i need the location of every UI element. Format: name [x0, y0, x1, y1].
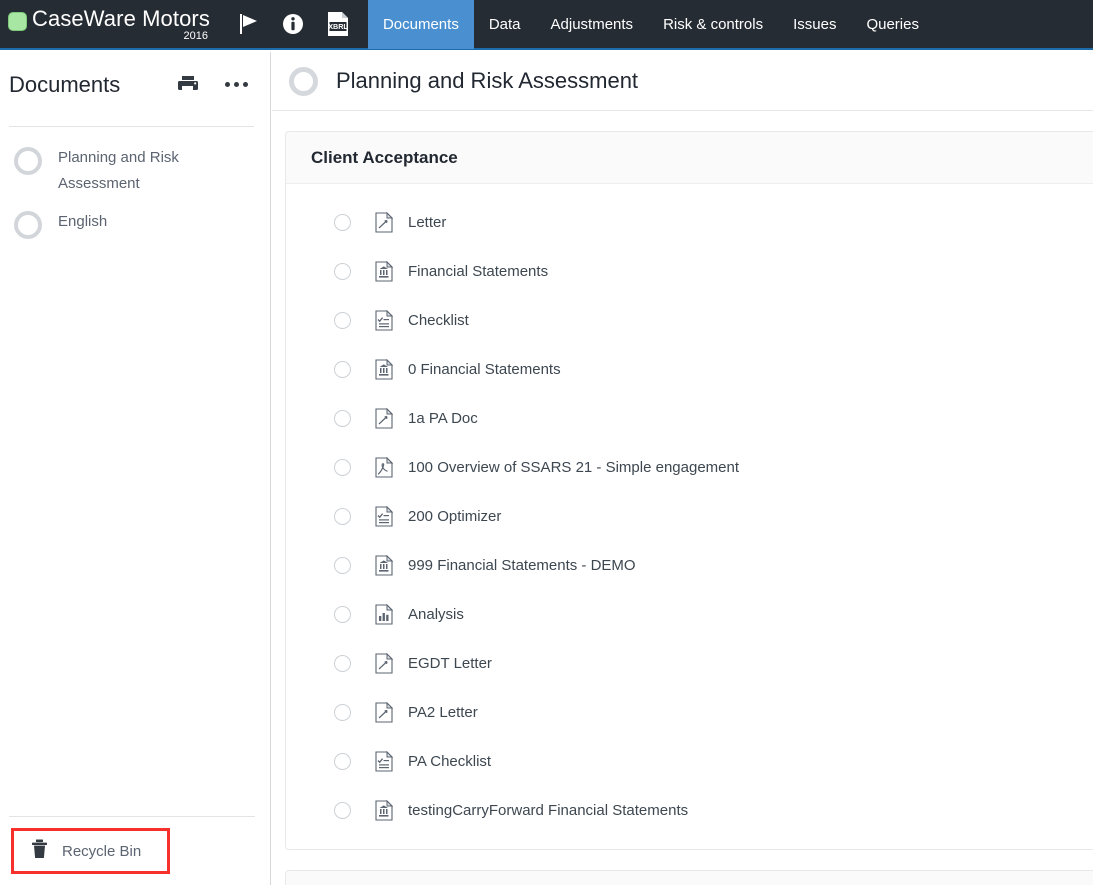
trash-icon [31, 839, 48, 864]
document-status-ring-icon[interactable] [334, 704, 351, 721]
app-logo-icon [8, 12, 27, 31]
document-label: 0 Financial Statements [408, 361, 561, 378]
sidebar-item-label: Planning and Risk Assessment [58, 145, 208, 197]
document-label: Financial Statements [408, 263, 548, 280]
flag-icon[interactable] [238, 12, 260, 36]
section-title: Client Acceptance [311, 148, 458, 167]
document-label: PA Checklist [408, 753, 491, 770]
xbrl-icon[interactable]: XBRL [326, 11, 350, 37]
document-label: 999 Financial Statements - DEMO [408, 557, 636, 574]
letter-doc-icon [375, 702, 393, 723]
main-content: Planning and Risk Assessment Client Acce… [272, 52, 1093, 885]
top-bar: CaseWare Motors 2016 XBRL [0, 0, 1093, 50]
letter-doc-icon [375, 408, 393, 429]
page-header: Planning and Risk Assessment [272, 52, 1093, 111]
section-card-client-acceptance: Client Acceptance Letter [285, 131, 1093, 850]
section-header: Client Acceptance [286, 132, 1093, 184]
tab-queries[interactable]: Queries [851, 0, 934, 49]
list-item[interactable]: Letter [286, 198, 1093, 247]
sidebar-item-planning-and-risk-assessment[interactable]: Planning and Risk Assessment [0, 139, 270, 203]
checklist-doc-icon [375, 310, 393, 331]
recycle-divider [9, 816, 255, 817]
document-status-ring-icon[interactable] [334, 410, 351, 427]
section-card-lls: LLS [285, 870, 1093, 885]
document-label: 200 Optimizer [408, 508, 501, 525]
list-item[interactable]: 999 Financial Statements - DEMO [286, 541, 1093, 590]
document-status-ring-icon[interactable] [334, 753, 351, 770]
financial-statements-doc-icon [375, 800, 393, 821]
document-status-ring-icon[interactable] [334, 312, 351, 329]
document-sections: Client Acceptance Letter [272, 111, 1093, 885]
recycle-bin-area: Recycle Bin [0, 816, 271, 885]
document-label: 100 Overview of SSARS 21 - Simple engage… [408, 459, 739, 476]
top-bar-icons: XBRL [238, 11, 350, 37]
financial-statements-doc-icon [375, 261, 393, 282]
brand-year: 2016 [32, 30, 210, 42]
list-item[interactable]: Checklist [286, 296, 1093, 345]
tab-risk-controls[interactable]: Risk & controls [648, 0, 778, 49]
pdf-doc-icon [375, 457, 393, 478]
info-icon[interactable] [282, 13, 304, 35]
sidebar-item-english[interactable]: English [0, 203, 270, 245]
document-status-ring-icon[interactable] [334, 361, 351, 378]
page-status-ring-icon [289, 67, 318, 96]
tab-data[interactable]: Data [474, 0, 536, 49]
recycle-bin-button[interactable]: Recycle Bin [11, 828, 170, 874]
document-status-ring-icon[interactable] [334, 655, 351, 672]
sidebar: Documents Planning and Risk Assessment [0, 52, 271, 885]
financial-statements-doc-icon [375, 359, 393, 380]
list-item[interactable]: Analysis [286, 590, 1093, 639]
status-ring-icon [14, 211, 42, 239]
sidebar-item-label: English [58, 209, 107, 235]
checklist-doc-icon [375, 751, 393, 772]
document-status-ring-icon[interactable] [334, 802, 351, 819]
document-label: testingCarryForward Financial Statements [408, 802, 688, 819]
more-options-icon[interactable] [225, 82, 248, 87]
status-ring-icon [14, 147, 42, 175]
analysis-chart-doc-icon [375, 604, 393, 625]
document-label: Letter [408, 214, 446, 231]
list-item[interactable]: PA Checklist [286, 737, 1093, 786]
document-label: EGDT Letter [408, 655, 492, 672]
brand-name: CaseWare Motors [32, 7, 210, 31]
brand: CaseWare Motors 2016 [0, 7, 210, 42]
sidebar-title: Documents [9, 72, 177, 98]
list-item[interactable]: PA2 Letter [286, 688, 1093, 737]
main-navigation-tabs: Documents Data Adjustments Risk & contro… [368, 0, 934, 49]
sidebar-items: Planning and Risk Assessment English [0, 127, 270, 245]
document-status-ring-icon[interactable] [334, 606, 351, 623]
document-status-ring-icon[interactable] [334, 263, 351, 280]
recycle-bin-label: Recycle Bin [62, 843, 141, 860]
tab-documents[interactable]: Documents [368, 0, 474, 49]
tab-adjustments[interactable]: Adjustments [536, 0, 649, 49]
section-header: LLS [286, 871, 1093, 885]
checklist-doc-icon [375, 506, 393, 527]
document-status-ring-icon[interactable] [334, 557, 351, 574]
financial-statements-doc-icon [375, 555, 393, 576]
page-title: Planning and Risk Assessment [336, 68, 638, 94]
list-item[interactable]: 0 Financial Statements [286, 345, 1093, 394]
document-label: PA2 Letter [408, 704, 478, 721]
document-label: Checklist [408, 312, 469, 329]
svg-text:XBRL: XBRL [328, 22, 348, 31]
list-item[interactable]: 100 Overview of SSARS 21 - Simple engage… [286, 443, 1093, 492]
document-status-ring-icon[interactable] [334, 508, 351, 525]
document-list: Letter [286, 184, 1093, 849]
sidebar-header: Documents [0, 52, 270, 117]
document-label: Analysis [408, 606, 464, 623]
document-status-ring-icon[interactable] [334, 214, 351, 231]
tab-issues[interactable]: Issues [778, 0, 851, 49]
list-item[interactable]: EGDT Letter [286, 639, 1093, 688]
letter-doc-icon [375, 653, 393, 674]
list-item[interactable]: testingCarryForward Financial Statements [286, 786, 1093, 835]
printer-icon[interactable] [177, 75, 199, 95]
letter-doc-icon [375, 212, 393, 233]
list-item[interactable]: 200 Optimizer [286, 492, 1093, 541]
list-item[interactable]: Financial Statements [286, 247, 1093, 296]
list-item[interactable]: 1a PA Doc [286, 394, 1093, 443]
document-status-ring-icon[interactable] [334, 459, 351, 476]
document-label: 1a PA Doc [408, 410, 478, 427]
